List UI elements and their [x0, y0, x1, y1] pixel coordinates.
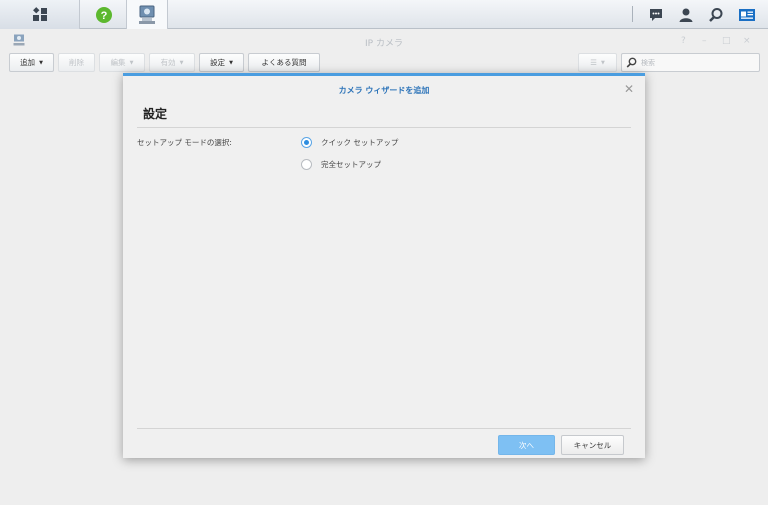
delete-button-label: 削除: [69, 58, 84, 67]
window-minimize-button[interactable]: –: [702, 36, 707, 46]
dialog-heading: 設定: [143, 107, 168, 121]
help-button[interactable]: ?: [84, 0, 124, 29]
window-close-button[interactable]: ×: [743, 36, 751, 46]
search-icon: [709, 7, 723, 22]
dialog-title: カメラ ウィザードを追加: [338, 86, 430, 95]
help-icon: ?: [96, 6, 112, 23]
list-view-button[interactable]: ☰ ▼: [578, 53, 617, 72]
user-button[interactable]: [672, 0, 700, 29]
add-button[interactable]: 追加 ▼: [9, 53, 54, 72]
edit-button[interactable]: 編集 ▼: [99, 53, 145, 72]
quick-setup-option[interactable]: クイック セットアップ: [301, 137, 398, 148]
cancel-button[interactable]: キャンセル: [561, 435, 624, 455]
window-help-button[interactable]: ?: [681, 36, 686, 46]
widgets-icon: [739, 8, 755, 21]
search-placeholder: 検索: [641, 58, 655, 67]
heading-divider: [137, 127, 631, 128]
setup-mode-label: セットアップ モードの選択:: [137, 138, 232, 147]
caret-down-icon: ▼: [39, 59, 43, 66]
caret-down-icon: ▼: [179, 59, 184, 66]
close-icon[interactable]: ✕: [624, 82, 634, 96]
search-icon: [626, 57, 637, 68]
window-title: IP カメラ: [365, 39, 403, 49]
faq-button-label: よくある質問: [261, 58, 307, 67]
taskbar-separator: [632, 6, 633, 22]
radio-selected-dot: [304, 140, 309, 145]
caret-down-icon: ▼: [129, 59, 134, 66]
taskbar: ?: [0, 0, 768, 29]
add-button-label: 追加: [20, 58, 36, 67]
search-input[interactable]: 検索: [621, 53, 760, 72]
window-maximize-button[interactable]: □: [722, 36, 731, 46]
full-setup-option[interactable]: 完全セットアップ: [301, 159, 381, 170]
next-button[interactable]: 次へ: [498, 435, 555, 455]
ip-camera-taskbar-button[interactable]: [126, 0, 168, 29]
svg-text:?: ?: [101, 10, 108, 22]
grid-apps-icon: [32, 6, 47, 21]
quick-setup-label: クイック セットアップ: [321, 138, 399, 147]
ip-camera-app-icon: [139, 5, 155, 24]
delete-button[interactable]: 削除: [58, 53, 95, 72]
footer-divider: [137, 428, 631, 429]
settings-button[interactable]: 設定 ▼: [199, 53, 244, 72]
faq-button[interactable]: よくある質問: [248, 53, 320, 72]
full-setup-label: 完全セットアップ: [321, 160, 381, 169]
settings-button-label: 設定: [210, 58, 226, 67]
full-setup-radio[interactable]: [301, 159, 312, 170]
caret-down-icon: ▼: [229, 59, 233, 66]
enable-button[interactable]: 有効 ▼: [149, 53, 195, 72]
edit-button-label: 編集: [110, 58, 126, 67]
widgets-button[interactable]: [733, 0, 761, 29]
enable-button-label: 有効: [160, 58, 176, 67]
chat-button[interactable]: [642, 0, 670, 29]
chat-icon: [650, 8, 662, 21]
main-menu-button[interactable]: [0, 0, 80, 29]
add-camera-wizard-dialog: カメラ ウィザードを追加 ✕ 設定 セットアップ モードの選択: クイック セッ…: [123, 73, 645, 458]
user-icon: [679, 8, 693, 22]
search-button[interactable]: [702, 0, 730, 29]
caret-down-icon: ▼: [600, 59, 605, 66]
list-view-icon: ☰: [590, 58, 597, 67]
quick-setup-radio[interactable]: [301, 137, 312, 148]
